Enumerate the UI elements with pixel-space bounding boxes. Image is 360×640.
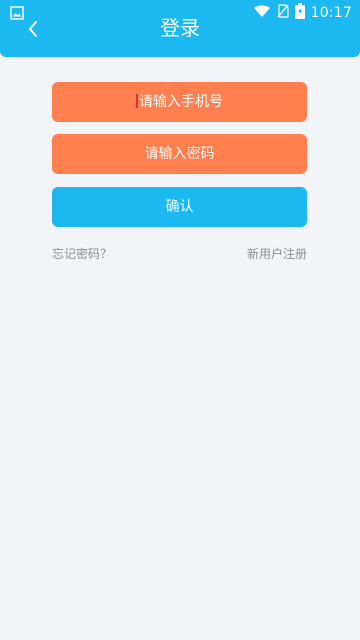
text-cursor bbox=[136, 94, 138, 108]
phone-placeholder: 请输入手机号 bbox=[139, 94, 223, 110]
forgot-password-link[interactable]: 忘记密码？ bbox=[52, 245, 112, 262]
login-screen: 10:17 登录 请输入手机号 请输入密码 确认 忘记密码？ 新用户注册 bbox=[0, 0, 360, 640]
password-input[interactable]: 请输入密码 bbox=[52, 134, 307, 174]
register-link[interactable]: 新用户注册 bbox=[247, 245, 307, 262]
confirm-button-label: 确认 bbox=[165, 199, 194, 215]
confirm-button[interactable]: 确认 bbox=[52, 187, 307, 227]
header-bar: 10:17 登录 bbox=[0, 0, 360, 57]
page-title: 登录 bbox=[160, 16, 200, 40]
auth-links: 忘记密码？ 新用户注册 bbox=[52, 245, 307, 262]
phone-input[interactable]: 请输入手机号 bbox=[52, 82, 307, 122]
password-placeholder: 请输入密码 bbox=[144, 146, 215, 162]
